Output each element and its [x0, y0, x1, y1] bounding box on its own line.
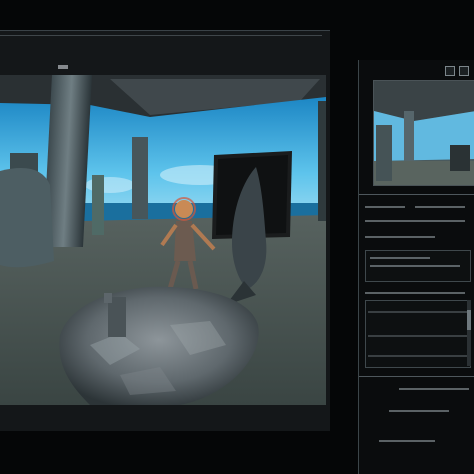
- field-value-bar: [365, 236, 435, 238]
- window-title-marker: [58, 65, 68, 69]
- curve-editor[interactable]: [365, 300, 471, 368]
- property-box[interactable]: [365, 250, 471, 282]
- scene-viewport[interactable]: [0, 75, 326, 405]
- inspector-panel: [358, 60, 474, 474]
- scene-render: [0, 75, 326, 405]
- curve-line: [368, 311, 468, 313]
- field-value-bar: [415, 206, 465, 208]
- footer-bar: [389, 410, 449, 412]
- property-line: [370, 265, 460, 267]
- panel-divider: [359, 194, 474, 195]
- main-window: [0, 30, 330, 431]
- field-value-bar: [365, 292, 465, 294]
- field-row[interactable]: [365, 232, 471, 241]
- curve-line: [368, 355, 468, 357]
- panel-scrollbar[interactable]: [467, 300, 471, 366]
- footer-bar: [399, 388, 469, 390]
- field-row[interactable]: [365, 216, 471, 225]
- field-row[interactable]: [365, 288, 471, 297]
- field-value-bar: [365, 206, 405, 208]
- field-row[interactable]: [365, 202, 471, 211]
- close-icon[interactable]: [459, 66, 469, 76]
- panel-divider: [359, 376, 474, 377]
- camera-preview-render: [374, 81, 474, 185]
- scrollbar-thumb[interactable]: [467, 310, 471, 330]
- gear-icon[interactable]: [445, 66, 455, 76]
- editor-root: [0, 0, 474, 474]
- field-value-bar: [365, 220, 465, 222]
- camera-preview[interactable]: [373, 80, 474, 186]
- curve-line: [368, 335, 468, 337]
- footer-bar: [379, 440, 435, 442]
- window-top-divider: [0, 35, 322, 36]
- property-line: [370, 257, 430, 259]
